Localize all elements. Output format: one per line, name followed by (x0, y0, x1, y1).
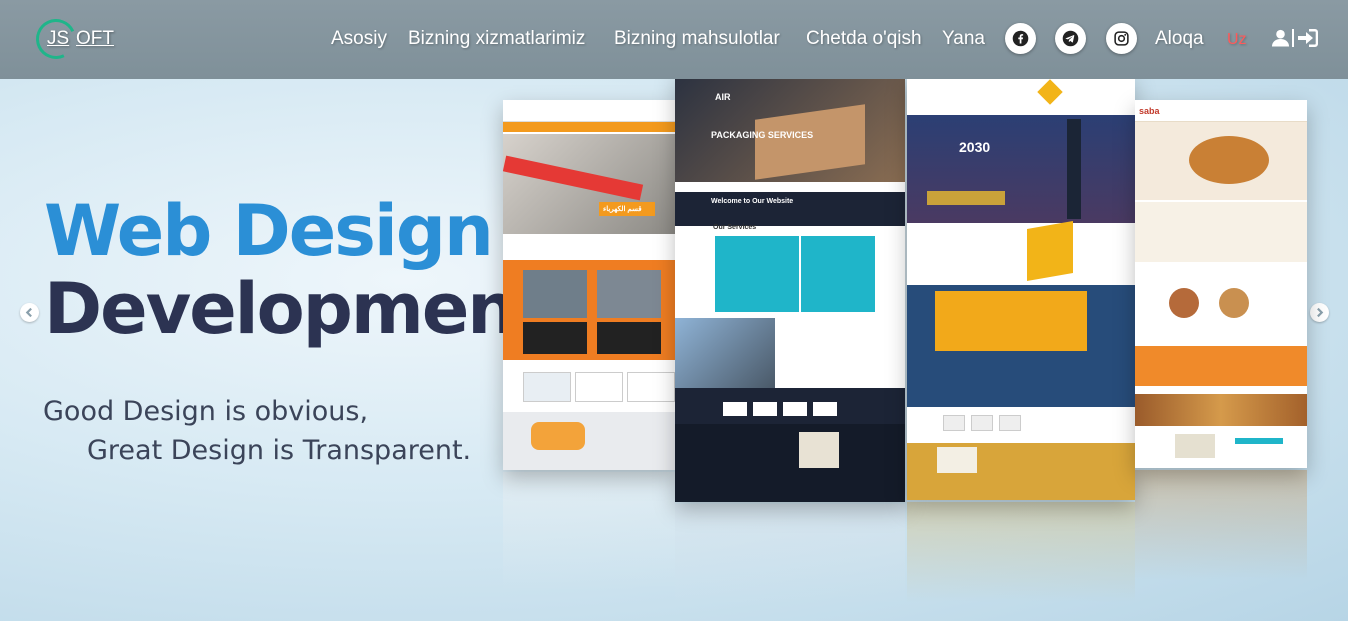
chevron-right-icon (1317, 307, 1324, 318)
facebook-icon[interactable] (1005, 23, 1036, 54)
sign-in-icon (1298, 29, 1318, 47)
mockup-electrical-site: قسم الكهرباء (503, 100, 675, 470)
logo-text-oft: OFT (76, 28, 114, 49)
user-icon (1271, 29, 1290, 47)
panel4-brand: saba (1139, 106, 1160, 116)
language-selector[interactable]: Uz (1227, 31, 1247, 49)
panel2-banner: PACKAGING SERVICES (711, 130, 814, 140)
telegram-icon[interactable] (1055, 23, 1086, 54)
logo[interactable]: JS OFT (30, 13, 126, 65)
nav-products[interactable]: Bizning mahsulotlar (614, 28, 780, 50)
hero-slider: JS OFT Asosiy Bizning xizmatlarimiz Bizn… (0, 0, 1348, 621)
tagline-line2: Great Design is Transparent. (87, 435, 472, 466)
carousel-next-button[interactable] (1310, 303, 1329, 322)
chevron-left-icon (25, 307, 32, 318)
headline-web-design: Web Design & (44, 190, 575, 272)
mockup-packaging-site: AIR PACKAGING SERVICES Welcome to Our We… (675, 72, 905, 502)
headline-blue-text: Web Design (44, 190, 494, 272)
panel2-logo-text: AIR (715, 92, 731, 102)
logo-text-js: JS (47, 28, 70, 49)
panel2-services: Our Services (713, 224, 757, 231)
instagram-icon[interactable] (1106, 23, 1137, 54)
nav-study-abroad[interactable]: Chetda o'qish (806, 28, 922, 50)
reflection-4 (1135, 470, 1307, 580)
mockup-vision2030-site: 2030 (907, 75, 1135, 500)
nav-services[interactable]: Bizning xizmatlarimiz (408, 28, 585, 50)
nav-contact[interactable]: Aloqa (1155, 28, 1204, 50)
nav-more[interactable]: Yana (942, 28, 985, 50)
separator (1292, 29, 1294, 47)
mockup-restaurant-site: saba (1135, 100, 1307, 468)
user-login-icon[interactable] (1271, 28, 1321, 50)
navbar: JS OFT Asosiy Bizning xizmatlarimiz Bizn… (0, 0, 1348, 79)
panel2-welcome: Welcome to Our Website (711, 198, 794, 205)
nav-home[interactable]: Asosiy (331, 28, 387, 50)
headline-development: Development (44, 268, 549, 350)
panel3-year: 2030 (959, 139, 991, 155)
reflection-2 (675, 504, 905, 604)
reflection-3 (907, 502, 1135, 602)
panel1-label: قسم الكهرباء (603, 206, 642, 213)
tagline-line1: Good Design is obvious, (43, 396, 369, 427)
carousel-prev-button[interactable] (20, 303, 39, 322)
reflection-1 (503, 472, 675, 592)
